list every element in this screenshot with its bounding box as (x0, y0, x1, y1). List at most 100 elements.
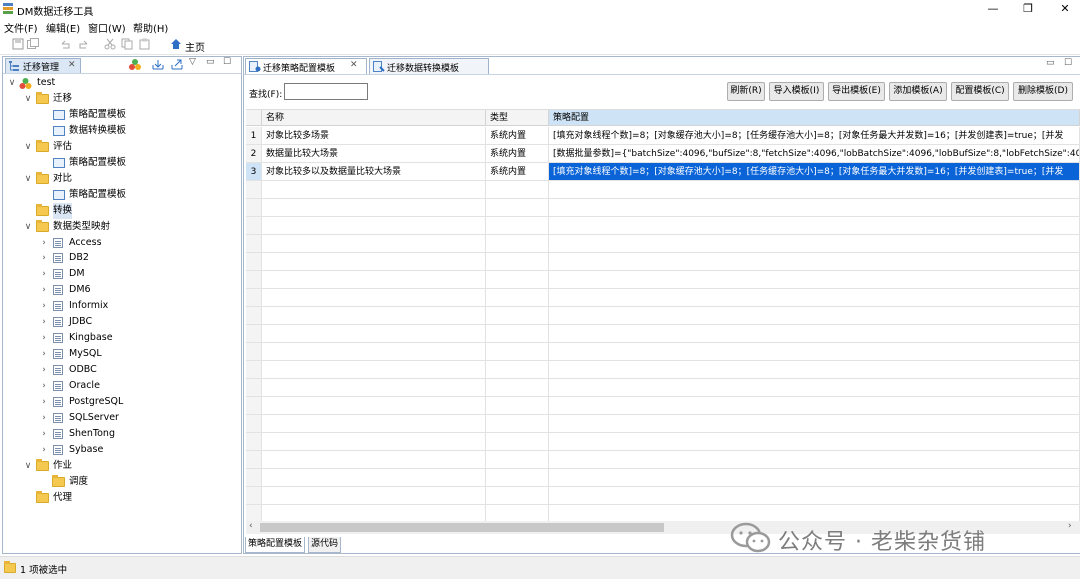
tree-node-label: 数据类型映射 (53, 220, 111, 232)
export-icon[interactable] (171, 59, 183, 70)
column-header-config[interactable]: 策略配置 (549, 110, 1080, 126)
export-template-button[interactable]: 导出模板(E) (828, 82, 885, 101)
collapse-toggle-icon[interactable]: › (39, 235, 49, 251)
connect-icon[interactable] (129, 59, 141, 70)
menu-file[interactable]: 文件(F) (4, 20, 38, 35)
search-input[interactable] (284, 83, 368, 100)
close-tab-icon[interactable]: ✕ (350, 60, 358, 70)
collapse-toggle-icon[interactable]: › (39, 314, 49, 330)
table-row[interactable]: 1 对象比较多场景 系统内置 [填充对象线程个数]=8；[对象缓存池大小]=8；[任务… (246, 127, 1080, 145)
empty-cell (246, 289, 262, 307)
close-button[interactable]: ✕ (1058, 2, 1072, 16)
close-tab-icon[interactable]: ✕ (68, 60, 76, 70)
configure-template-button[interactable]: 配置模板(C) (951, 82, 1009, 101)
copy-icon[interactable] (121, 38, 133, 50)
redo-icon[interactable] (77, 38, 89, 50)
migration-management-panel: 迁移管理 ✕ ▽ ▭ ☐ ∨ test ∨ 迁移 策略配置模板 数据转换模板 ∨ 评估 策略配置… (2, 56, 242, 554)
row-number[interactable]: 1 (246, 127, 262, 145)
collapse-toggle-icon[interactable]: › (39, 426, 49, 442)
tab-migration-management[interactable]: 迁移管理 ✕ (5, 58, 81, 73)
scroll-right-icon[interactable]: › (1068, 521, 1072, 531)
empty-cell (549, 325, 1080, 343)
paste-icon[interactable] (139, 38, 151, 50)
collapse-toggle-icon[interactable]: › (39, 330, 49, 346)
table-row[interactable]: 3 对象比较多以及数据量比较大场景 系统内置 [填充对象线程个数]=8；[对象缓存池大… (246, 163, 1080, 181)
save-icon[interactable] (12, 38, 24, 50)
view-menu-icon[interactable]: ▽ (189, 57, 196, 67)
menu-help[interactable]: 帮助(H) (133, 20, 168, 35)
row-number[interactable]: 3 (246, 163, 262, 181)
collapse-toggle-icon[interactable]: › (39, 442, 49, 458)
collapse-toggle-icon[interactable]: › (39, 266, 49, 282)
empty-cell (262, 271, 486, 289)
collapse-toggle-icon[interactable]: › (39, 394, 49, 410)
expand-toggle-icon[interactable]: ∨ (23, 219, 33, 235)
app-icon (3, 3, 13, 14)
collapse-toggle-icon[interactable]: › (39, 346, 49, 362)
import-icon[interactable] (152, 59, 164, 70)
home-label[interactable]: 主页 (185, 39, 205, 54)
import-template-button[interactable]: 导入模板(I) (769, 82, 824, 101)
expand-toggle-icon[interactable]: ∨ (23, 139, 33, 155)
menu-edit[interactable]: 编辑(E) (46, 20, 80, 35)
mapping-file-icon (53, 333, 63, 344)
table-row[interactable]: 2 数据量比较大场景 系统内置 [数据批量参数]={"batchSize":4096,… (246, 145, 1080, 163)
column-header-type[interactable]: 类型 (486, 110, 549, 126)
cell-config[interactable]: [数据批量参数]={"batchSize":4096,"bufSize":8,"… (549, 145, 1080, 163)
delete-template-button[interactable]: 删除模板(D) (1013, 82, 1073, 101)
maximize-button[interactable]: ❐ (1021, 2, 1035, 16)
panel-tab-label: 迁移管理 (23, 63, 60, 73)
maximize-editor-icon[interactable]: ☐ (1064, 58, 1072, 68)
tab-migration-strategy-template[interactable]: 迁移策略配置模板 ✕ (245, 58, 367, 74)
menu-window[interactable]: 窗口(W) (88, 20, 126, 35)
minimize-panel-icon[interactable]: ▭ (206, 57, 215, 67)
cell-name[interactable]: 数据量比较大场景 (262, 145, 486, 163)
add-template-button[interactable]: 添加模板(A) (889, 82, 947, 101)
expand-toggle-icon[interactable]: ∨ (23, 171, 33, 187)
minimize-editor-icon[interactable]: ▭ (1046, 58, 1055, 68)
template-icon (53, 125, 65, 136)
bottom-tab-source-code[interactable]: 源代码 (308, 537, 342, 553)
expand-toggle-icon[interactable]: ∨ (23, 458, 33, 474)
save-all-icon[interactable] (27, 38, 39, 50)
cell-config[interactable]: [填充对象线程个数]=8；[对象缓存池大小]=8；[任务缓存池大小]=8；[对象… (549, 127, 1080, 145)
row-number[interactable]: 2 (246, 145, 262, 163)
cell-name[interactable]: 对象比较多场景 (262, 127, 486, 145)
bottom-tab-strategy-template[interactable]: 策略配置模板 (245, 537, 306, 553)
tab-label: 迁移策略配置模板 (263, 64, 336, 74)
cell-type[interactable]: 系统内置 (486, 163, 549, 181)
collapse-toggle-icon[interactable]: › (39, 378, 49, 394)
maximize-panel-icon[interactable]: ☐ (223, 57, 231, 67)
tab-migration-data-transform-template[interactable]: 迁移数据转换模板 (369, 58, 489, 74)
collapse-toggle-icon[interactable]: › (39, 282, 49, 298)
scrollbar-thumb[interactable] (260, 523, 664, 532)
empty-row (246, 181, 1080, 199)
panel-header: 迁移管理 ✕ ▽ ▭ ☐ (3, 57, 241, 74)
collapse-toggle-icon[interactable]: › (39, 298, 49, 314)
wechat-icon (730, 522, 771, 553)
collapse-toggle-icon[interactable]: › (39, 250, 49, 266)
expand-toggle-icon[interactable]: ∨ (7, 75, 17, 91)
home-icon[interactable] (170, 38, 182, 50)
watermark: 公众号 · 老柴杂货铺 (726, 520, 1056, 556)
undo-icon[interactable] (60, 38, 72, 50)
tree-node-label: MySQL (69, 348, 102, 360)
search-toolbar: 查找(F): 刷新(R) 导入模板(I) 导出模板(E) 添加模板(A) 配置模… (244, 81, 1080, 103)
mapping-file-icon (53, 269, 63, 280)
collapse-toggle-icon[interactable]: › (39, 410, 49, 426)
cell-name[interactable]: 对象比较多以及数据量比较大场景 (262, 163, 486, 181)
refresh-button[interactable]: 刷新(R) (727, 82, 765, 101)
scroll-left-icon[interactable]: ‹ (249, 521, 253, 531)
empty-cell (549, 487, 1080, 505)
mapping-file-icon (53, 397, 63, 407)
empty-row (246, 361, 1080, 379)
cut-icon[interactable] (104, 38, 116, 50)
cell-type[interactable]: 系统内置 (486, 145, 549, 163)
column-header-name[interactable]: 名称 (262, 110, 486, 126)
minimize-button[interactable]: — (986, 2, 1000, 16)
expand-toggle-icon[interactable]: ∨ (23, 91, 33, 107)
empty-cell (262, 469, 486, 487)
collapse-toggle-icon[interactable]: › (39, 362, 49, 378)
cell-type[interactable]: 系统内置 (486, 127, 549, 145)
cell-config[interactable]: [填充对象线程个数]=8；[对象缓存池大小]=8；[任务缓存池大小]=8；[对象… (549, 163, 1080, 181)
